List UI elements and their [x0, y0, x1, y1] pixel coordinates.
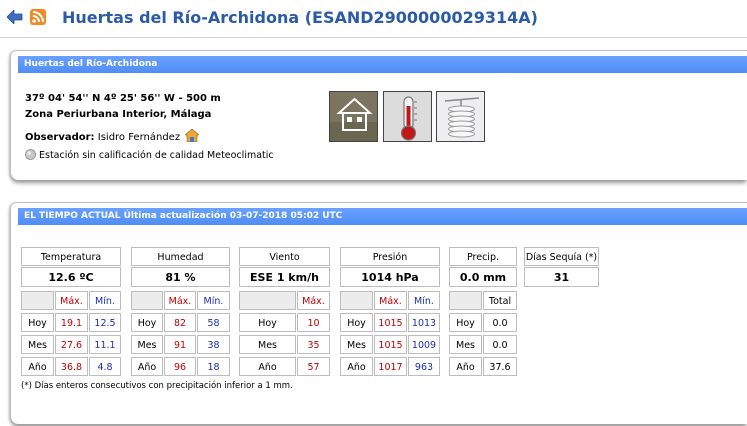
home-icon[interactable] — [185, 129, 200, 142]
pressure-min-value: 1009 — [408, 335, 440, 354]
quality-badge-icon — [25, 149, 36, 160]
dry-days-current: 31 — [524, 267, 599, 287]
station-panel-title: Huertas del Río-Archidona — [18, 56, 747, 73]
wind-row-label: Hoy — [239, 313, 296, 332]
pressure-corner — [340, 291, 373, 310]
temperature-row-label: Año — [21, 357, 54, 376]
pressure-max-value: 1015 — [374, 335, 407, 354]
humidity-min-value: 58 — [197, 313, 230, 332]
wind-max-value: 57 — [297, 357, 330, 376]
humidity-row-label: Hoy — [131, 313, 163, 332]
wind-label: Viento — [239, 247, 330, 266]
temperature-min-value: 11.1 — [89, 335, 121, 354]
pressure-current: 1014 hPa — [340, 267, 440, 287]
pressure-max-header: Máx. — [374, 291, 407, 310]
station-panel: Huertas del Río-Archidona 37º 04' 54'' N… — [10, 50, 747, 180]
precip-current: 0.0 mm — [449, 267, 517, 287]
temperature-row-label: Mes — [21, 335, 54, 354]
precip-row-label: Año — [449, 357, 482, 376]
pressure-min-header: Mín. — [408, 291, 440, 310]
dry-days-label: Días Sequía (*) — [524, 247, 599, 266]
humidity-min-value: 18 — [197, 357, 230, 376]
humidity-row-label: Año — [131, 357, 163, 376]
precip-total-header: Total — [483, 291, 517, 310]
temperature-row-label: Hoy — [21, 313, 54, 332]
pressure-label: Presión — [340, 247, 440, 266]
precip-total-value: 0.0 — [483, 313, 517, 332]
pressure-row-label: Hoy — [340, 313, 373, 332]
temperature-min-value: 12.5 — [89, 313, 121, 332]
humidity-min-value: 38 — [197, 335, 230, 354]
temperature-min-header: Mín. — [89, 291, 121, 310]
pressure-min-value: 963 — [408, 357, 440, 376]
temperature-corner — [21, 291, 54, 310]
wind-row-label: Mes — [239, 335, 296, 354]
precip-corner — [449, 291, 482, 310]
humidity-max-value: 91 — [164, 335, 196, 354]
humidity-label: Humedad — [131, 247, 230, 266]
weather-panel-title: EL TIEMPO ACTUAL Última actualización 03… — [18, 208, 747, 225]
pressure-max-value: 1015 — [374, 313, 407, 332]
humidity-current: 81 % — [131, 267, 230, 287]
temperature-label: Temperatura — [21, 247, 121, 266]
temperature-max-value: 19.1 — [55, 313, 88, 332]
precip-row-label: Hoy — [449, 313, 482, 332]
humidity-corner — [131, 291, 163, 310]
dry-days-footnote: (*) Días enteros consecutivos con precip… — [21, 381, 293, 391]
page-header: Huertas del Río-Archidona (ESAND29000000… — [0, 0, 747, 38]
quality-text: Estación sin calificación de calidad Met… — [39, 150, 274, 161]
rss-feed-icon[interactable] — [30, 9, 46, 25]
back-arrow-icon[interactable] — [7, 10, 23, 24]
pressure-min-value: 1013 — [408, 313, 440, 332]
temperature-max-header: Máx. — [55, 291, 88, 310]
station-coordinates: 37º 04' 54'' N 4º 25' 56'' W - 500 m — [25, 93, 221, 104]
observer-name: Isidro Fernández — [97, 132, 181, 143]
wind-max-header: Máx. — [297, 291, 330, 310]
observer-label: Observador: — [25, 132, 95, 143]
pressure-row-label: Año — [340, 357, 373, 376]
station-location-photo[interactable] — [329, 91, 378, 142]
humidity-max-header: Máx. — [164, 291, 196, 310]
precip-total-value: 0.0 — [483, 335, 517, 354]
pressure-max-value: 1017 — [374, 357, 407, 376]
temperature-current: 12.6 ºC — [21, 267, 121, 287]
current-weather-panel: EL TIEMPO ACTUAL Última actualización 03… — [10, 202, 747, 424]
humidity-row-label: Mes — [131, 335, 163, 354]
precip-label: Precip. — [449, 247, 517, 266]
wind-max-value: 35 — [297, 335, 330, 354]
humidity-max-value: 96 — [164, 357, 196, 376]
humidity-min-header: Mín. — [197, 291, 230, 310]
temperature-max-value: 36.8 — [55, 357, 88, 376]
wind-corner — [239, 291, 296, 310]
quality-status: Estación sin calificación de calidad Met… — [25, 149, 274, 161]
page-title: Huertas del Río-Archidona (ESAND29000000… — [62, 8, 538, 27]
temperature-min-value: 4.8 — [89, 357, 121, 376]
precip-row-label: Mes — [449, 335, 482, 354]
station-thermometer-photo[interactable] — [383, 91, 432, 142]
humidity-max-value: 82 — [164, 313, 196, 332]
station-sensor-shield-photo[interactable] — [436, 91, 485, 142]
wind-current: ESE 1 km/h — [239, 267, 330, 287]
wind-row-label: Año — [239, 357, 296, 376]
station-zone: Zona Periurbana Interior, Málaga — [25, 109, 212, 120]
pressure-row-label: Mes — [340, 335, 373, 354]
wind-max-value: 10 — [297, 313, 330, 332]
station-observer: Observador: Isidro Fernández — [25, 129, 200, 143]
temperature-max-value: 27.6 — [55, 335, 88, 354]
precip-total-value: 37.6 — [483, 357, 517, 376]
